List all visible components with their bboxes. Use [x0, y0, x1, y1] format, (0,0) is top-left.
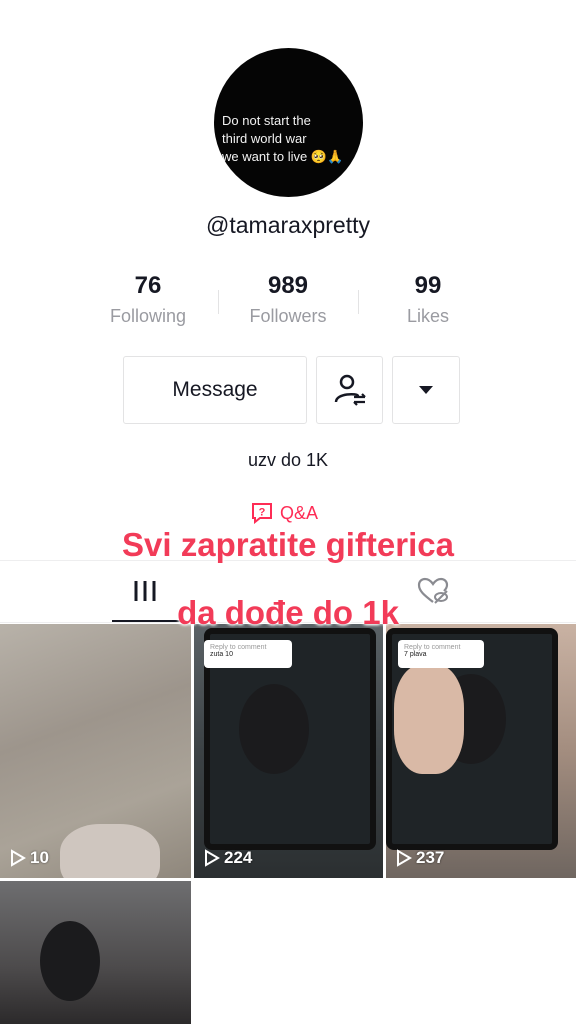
qa-link[interactable]: ? Q&A — [250, 502, 318, 524]
comment-reply-card: Reply to comment 7 plava — [398, 640, 484, 668]
avatar[interactable]: Do not start the third world war we want… — [214, 48, 363, 197]
stat-following[interactable]: 76 Following — [78, 270, 218, 327]
play-icon — [11, 849, 26, 867]
qa-bubble-icon: ? — [252, 503, 272, 524]
overlay-caption-line1: Svi zapratite gifterica — [122, 526, 454, 563]
comment-reply-text: 7 plava — [404, 651, 427, 658]
stat-likes[interactable]: 99 Likes — [358, 270, 498, 327]
view-count: 237 — [396, 848, 444, 868]
view-count: 10 — [10, 848, 49, 868]
stat-followers[interactable]: 989 Followers — [218, 270, 358, 327]
followers-count: 989 — [267, 272, 309, 299]
following-count: 76 — [134, 272, 162, 299]
likes-label: Likes — [406, 306, 450, 326]
person-silhouette — [239, 684, 309, 774]
avatar-text: Do not start the third world war we want… — [222, 113, 344, 164]
video-thumbnail[interactable] — [0, 881, 191, 1024]
follow-toggle-button[interactable] — [316, 356, 383, 424]
view-count-value: 224 — [224, 848, 253, 867]
bio-text: uzv do 1K — [247, 450, 329, 470]
following-label: Following — [109, 306, 187, 326]
qa-label: Q&A — [280, 502, 319, 523]
more-options-button[interactable] — [392, 356, 460, 424]
username: @tamaraxpretty — [206, 212, 370, 238]
svg-text:?: ? — [259, 507, 266, 519]
followers-label: Followers — [249, 306, 327, 326]
video-thumbnail[interactable]: Reply to comment 7 plava 237 — [386, 624, 576, 878]
likes-count: 99 — [414, 272, 442, 299]
view-count-value: 10 — [30, 848, 49, 867]
comment-reply-text: zuta 10 — [210, 651, 233, 658]
hand-shape — [60, 824, 160, 878]
comment-reply-header: Reply to comment — [404, 644, 461, 651]
overlay-caption-line2: da dođe do 1k — [177, 594, 399, 631]
hand-shape — [394, 664, 464, 774]
play-icon — [205, 849, 220, 867]
person-swap-icon — [334, 374, 366, 406]
video-thumbnail[interactable]: 10 — [0, 624, 191, 878]
person-silhouette — [40, 921, 100, 1001]
comment-reply-card: Reply to comment zuta 10 — [204, 640, 292, 668]
view-count-value: 237 — [416, 848, 445, 867]
view-count: 224 — [204, 848, 252, 868]
caret-down-icon — [419, 386, 433, 394]
message-button[interactable]: Message — [123, 356, 307, 424]
video-thumbnail[interactable]: Reply to comment zuta 10 224 — [194, 624, 383, 878]
comment-reply-header: Reply to comment — [210, 644, 267, 651]
play-icon — [397, 849, 412, 867]
